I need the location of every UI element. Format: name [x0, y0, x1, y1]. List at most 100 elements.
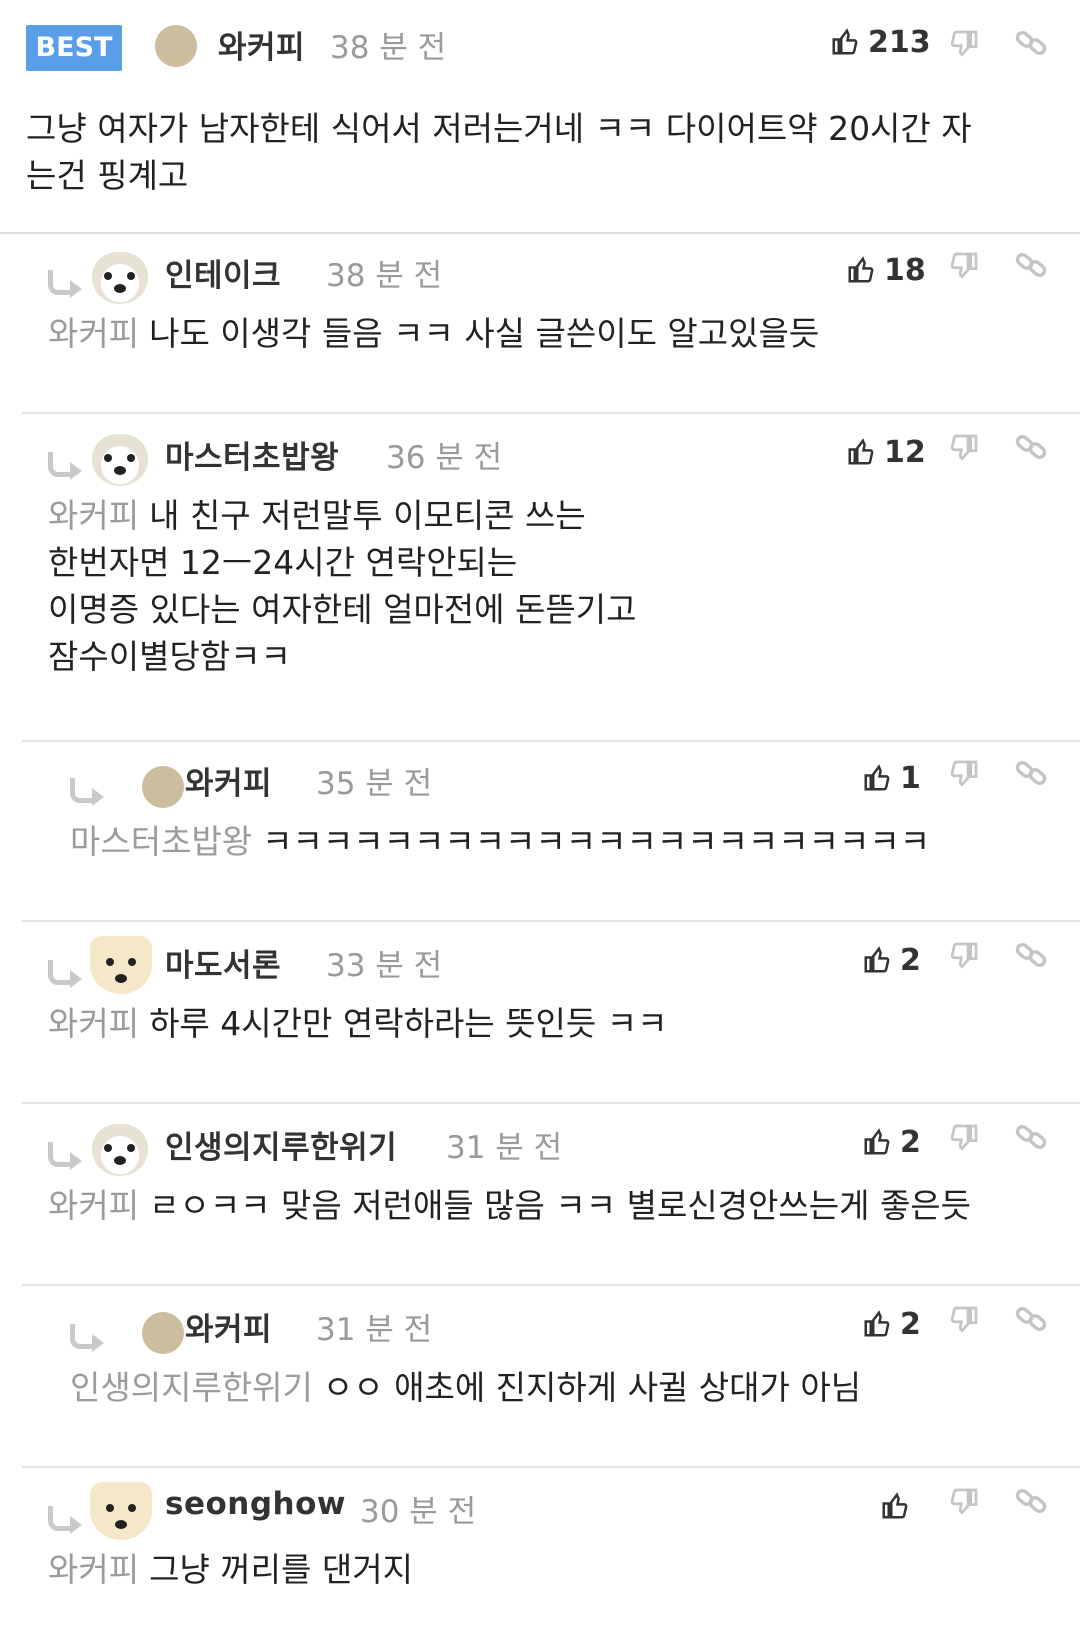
- like-count: 213: [868, 24, 931, 60]
- like-count: 2: [900, 1124, 921, 1160]
- reply-arrow-icon: [46, 268, 82, 300]
- link-icon[interactable]: [1014, 1302, 1048, 1336]
- like-button[interactable]: 2: [862, 1112, 921, 1172]
- thumbs-down-icon[interactable]: [948, 940, 980, 972]
- thumbs-down-icon[interactable]: [948, 758, 980, 790]
- best-badge: BEST: [26, 25, 122, 71]
- comment-line: 와커피 나도 이생각 들음 ㅋㅋ 사실 글쓴이도 알고있을듯: [48, 314, 820, 353]
- link-icon[interactable]: [1014, 756, 1048, 790]
- comment-line: 와커피 그냥 꺼리를 댄거지: [48, 1550, 413, 1589]
- thumbs-down-icon[interactable]: [948, 1304, 980, 1336]
- avatar[interactable]: [155, 25, 197, 67]
- mention[interactable]: 와커피: [48, 314, 139, 353]
- thumbs-down-icon[interactable]: [948, 1486, 980, 1518]
- thumbs-up-icon: [864, 1310, 890, 1337]
- mention[interactable]: 와커피: [48, 496, 139, 535]
- comment-line: 와커피 ㄹㅇㅋㅋ 맞음 저런애들 많음 ㅋㅋ 별로신경안쓰는게 좋은듯: [48, 1186, 972, 1225]
- timestamp: 31 분 전: [316, 1312, 433, 1348]
- link-icon[interactable]: [1014, 248, 1048, 282]
- comment-line: 그냥 여자가 남자한테 식어서 저러는거네 ㅋㅋ 다이어트약 20시간 자: [26, 109, 972, 148]
- comment-body: 와커피 내 친구 저런말투 이모티콘 쓰는 한번자면 12ㅡ24시간 연락안되는 이명…: [48, 492, 636, 680]
- timestamp: 33 분 전: [326, 948, 443, 984]
- like-button[interactable]: 2: [862, 930, 921, 990]
- thumbs-up-icon: [848, 438, 874, 465]
- author-name[interactable]: 마도서론: [165, 940, 281, 985]
- like-button[interactable]: 12: [846, 422, 926, 482]
- thumbs-down-icon[interactable]: [948, 432, 980, 464]
- timestamp: 35 분 전: [316, 766, 433, 802]
- link-icon[interactable]: [1014, 1120, 1048, 1154]
- reply-arrow-icon: [46, 1140, 82, 1172]
- timestamp: 31 분 전: [446, 1130, 563, 1166]
- comment-body: 인생의지루한위기 ㅇㅇ 애초에 진지하게 사귈 상대가 아님: [70, 1364, 861, 1411]
- thumbs-up-icon: [864, 764, 890, 791]
- author-name[interactable]: 와커피: [218, 22, 305, 67]
- like-button[interactable]: 2: [862, 1294, 921, 1354]
- comment-line: 와커피 하루 4시간만 연락하라는 뜻인듯 ㅋㅋ: [48, 1004, 668, 1043]
- comment-thread: BEST 와커피 38 분 전 213 그냥 여자가 남자한테 식어서 저러는거…: [0, 0, 1080, 1648]
- avatar[interactable]: [92, 252, 148, 304]
- author-name[interactable]: 와커피: [185, 758, 272, 803]
- thumbs-up-icon: [864, 1128, 890, 1155]
- comment-body: 그냥 여자가 남자한테 식어서 저러는거네 ㅋㅋ 다이어트약 20시간 자 는건…: [26, 105, 972, 199]
- link-icon[interactable]: [1014, 26, 1048, 60]
- author-name[interactable]: 인생의지루한위기: [165, 1122, 397, 1167]
- author-name[interactable]: 마스터초밥왕: [165, 432, 339, 477]
- avatar[interactable]: [92, 434, 148, 486]
- avatar[interactable]: [142, 766, 184, 808]
- reply-arrow-icon: [68, 776, 104, 808]
- link-icon[interactable]: [1014, 938, 1048, 972]
- timestamp: 30 분 전: [360, 1494, 477, 1530]
- thumbs-up-icon: [848, 256, 874, 283]
- timestamp: 38 분 전: [326, 258, 443, 294]
- mention[interactable]: 마스터초밥왕: [70, 822, 252, 861]
- thumbs-down-icon[interactable]: [948, 28, 980, 60]
- comment-line: 잠수이별당함ㅋㅋ: [48, 637, 291, 676]
- timestamp: 38 분 전: [330, 30, 447, 66]
- mention[interactable]: 와커피: [48, 1004, 139, 1043]
- thumbs-up-icon: [882, 1492, 908, 1519]
- avatar[interactable]: [142, 1312, 184, 1354]
- like-count: 12: [884, 434, 926, 470]
- author-name[interactable]: seonghow: [165, 1486, 346, 1522]
- best-comment: BEST 와커피 38 분 전 213 그냥 여자가 남자한테 식어서 저러는거…: [0, 0, 1080, 234]
- comment-divider: [22, 1284, 1080, 1286]
- mention[interactable]: 인생의지루한위기: [70, 1368, 313, 1407]
- comment-line: 는건 핑계고: [26, 156, 189, 195]
- comment-line: 이명증 있다는 여자한테 얼마전에 돈뜯기고: [48, 590, 637, 629]
- like-button[interactable]: 18: [846, 240, 926, 300]
- thumbs-down-icon[interactable]: [948, 1122, 980, 1154]
- mention[interactable]: 와커피: [48, 1186, 139, 1225]
- mention[interactable]: 와커피: [48, 1550, 139, 1589]
- author-name[interactable]: 인테이크: [165, 250, 281, 295]
- avatar[interactable]: [90, 1482, 152, 1540]
- reply-arrow-icon: [46, 958, 82, 990]
- like-count: 18: [884, 252, 926, 288]
- like-count: 1: [900, 760, 921, 796]
- reply-arrow-icon: [46, 1504, 82, 1536]
- avatar[interactable]: [90, 936, 152, 994]
- comment-divider: [22, 740, 1080, 742]
- like-button[interactable]: 213: [830, 12, 931, 72]
- comment-line: 한번자면 12ㅡ24시간 연락안되는: [48, 543, 518, 582]
- timestamp: 36 분 전: [386, 440, 503, 476]
- like-button[interactable]: [880, 1476, 918, 1536]
- link-icon[interactable]: [1014, 1484, 1048, 1518]
- thumbs-up-icon: [832, 28, 858, 55]
- thumbs-down-icon[interactable]: [948, 250, 980, 282]
- comment-body: 와커피 나도 이생각 들음 ㅋㅋ 사실 글쓴이도 알고있을듯: [48, 310, 819, 357]
- comment-divider: [22, 412, 1080, 414]
- comment-body: 와커피 그냥 꺼리를 댄거지: [48, 1546, 413, 1593]
- author-name[interactable]: 와커피: [185, 1304, 272, 1349]
- like-count: 2: [900, 1306, 921, 1342]
- link-icon[interactable]: [1014, 430, 1048, 464]
- comment-body: 와커피 하루 4시간만 연락하라는 뜻인듯 ㅋㅋ: [48, 1000, 667, 1047]
- like-count: 2: [900, 942, 921, 978]
- reply-arrow-icon: [46, 450, 82, 482]
- like-button[interactable]: 1: [862, 748, 921, 808]
- avatar[interactable]: [92, 1124, 148, 1176]
- comment-divider: [22, 1466, 1080, 1468]
- comment-divider: [22, 920, 1080, 922]
- comment-body: 마스터초밥왕 ㅋㅋㅋㅋㅋㅋㅋㅋㅋㅋㅋㅋㅋㅋㅋㅋㅋㅋㅋㅋㅋㅋ: [70, 818, 930, 865]
- reply-arrow-icon: [68, 1322, 104, 1354]
